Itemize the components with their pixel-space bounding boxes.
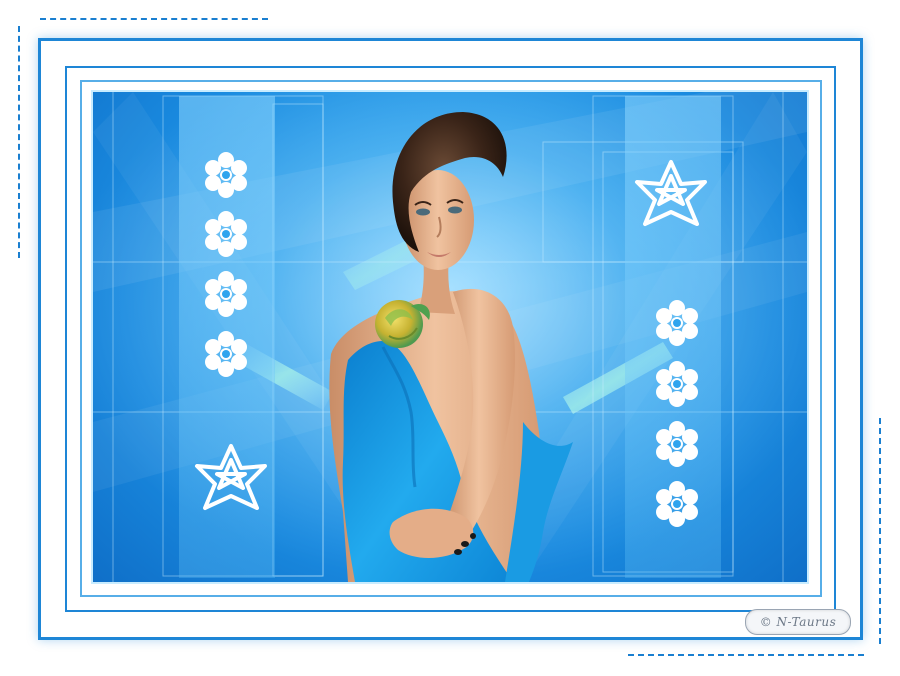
artwork-canvas [91,90,809,584]
bottom-right-dashed-line [628,654,864,656]
left-dashed-line [18,26,20,258]
top-left-dashed-line [40,18,268,20]
watermark-text: © N-Taurus [759,615,837,629]
right-dashed-line [879,418,881,644]
artwork-svg [93,92,807,582]
watermark-badge: © N-Taurus [745,609,851,635]
